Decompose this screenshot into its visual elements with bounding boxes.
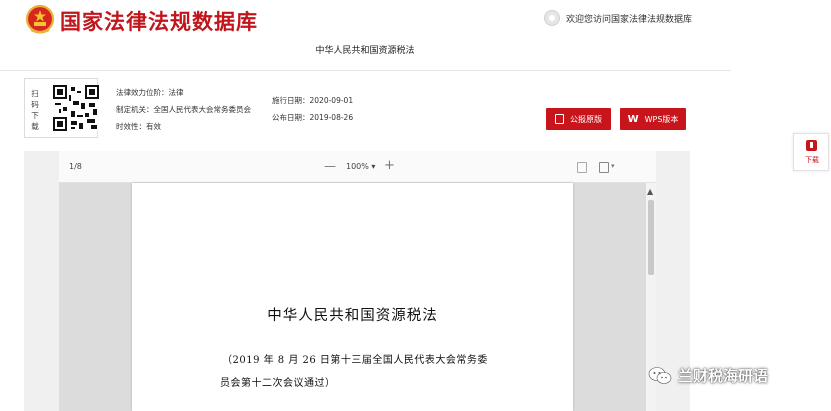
zoom-out-button[interactable]: —: [324, 159, 336, 173]
validity-status: 时效性：有效: [116, 122, 161, 131]
zoom-select[interactable]: 100% ▾: [346, 162, 375, 171]
wps-version-label: WPS版本: [644, 114, 679, 124]
law-info-bar: 扫码下载 法律效力位阶：法律 制定机关：全国人民代表大会常务委员会 时效性：有效…: [24, 78, 690, 140]
pdf-page: 中华人民共和国资源税法 （2019 年 8 月 26 日第十三届全国人民代表大会…: [132, 183, 573, 411]
viewer-canvas: 1/8 — 100% ▾ + ▾ 中华人民共和国资源税法 （2019 年 8 月…: [59, 151, 656, 411]
law-meta-dates: 施行日期：2020-09-01 公布日期：2019-08-26: [272, 92, 353, 126]
welcome-text: 欢迎您访问国家法律法规数据库: [566, 14, 693, 25]
scan-download-label: 扫码下载: [31, 89, 39, 131]
document-note-line1: （2019 年 8 月 26 日第十三届全国人民代表大会常务委: [222, 355, 488, 366]
document-title: 中华人民共和国资源税法: [267, 308, 438, 324]
pdf-viewer: 1/8 — 100% ▾ + ▾ 中华人民共和国资源税法 （2019 年 8 月…: [24, 151, 690, 411]
wechat-watermark: 兰财税海研语: [648, 365, 768, 386]
scan-download-box[interactable]: 扫码下载: [24, 78, 99, 138]
zoom-in-button[interactable]: +: [384, 158, 395, 173]
effective-date: 施行日期：2020-09-01: [272, 96, 354, 105]
official-gazette-pdf-button[interactable]: 公报原版: [546, 108, 611, 130]
site-header: 国家法律法规数据库 欢迎您访问国家法律法规数据库 中华人民共和国资源税法: [0, 0, 831, 70]
watermark-text: 兰财税海研语: [678, 367, 769, 385]
enacting-body: 制定机关：全国人民代表大会常务委员会: [116, 105, 251, 114]
publish-date: 公布日期：2019-08-26: [272, 113, 354, 122]
pdf-icon: [555, 114, 564, 124]
official-gazette-label: 公报原版: [570, 114, 602, 124]
page-counter: 1/8: [69, 162, 82, 171]
document-options-icon[interactable]: [599, 162, 609, 173]
wps-logo-icon: W: [627, 113, 639, 125]
globe-icon: [544, 10, 560, 26]
pdf-toolbar: 1/8 — 100% ▾ + ▾: [59, 151, 656, 183]
site-title[interactable]: 国家法律法规数据库: [60, 6, 258, 36]
chevron-down-icon: ▾: [371, 162, 376, 171]
national-emblem-icon: [25, 4, 55, 34]
floating-download-button[interactable]: 下载: [793, 133, 829, 171]
header-divider: [0, 70, 731, 71]
page-view-icon[interactable]: [577, 162, 587, 173]
law-meta-left: 法律效力位阶：法律 制定机关：全国人民代表大会常务委员会 时效性：有效: [116, 84, 251, 135]
scroll-up-arrow-icon[interactable]: ▲: [647, 187, 653, 196]
viewer-margin-left: [24, 151, 59, 411]
law-title-subheading: 中华人民共和国资源税法: [315, 46, 415, 56]
floating-download-label: 下载: [805, 156, 819, 164]
document-note-line2: 员会第十二次会议通过）: [220, 378, 336, 389]
effect-level: 法律效力位阶：法律: [116, 88, 184, 97]
download-icon: [806, 140, 817, 151]
qr-code-icon: [53, 85, 99, 131]
welcome-message: 欢迎您访问国家法律法规数据库: [544, 10, 692, 26]
zoom-level: 100%: [346, 162, 369, 171]
wps-version-button[interactable]: W WPS版本: [620, 108, 686, 130]
scroll-thumb[interactable]: [648, 200, 654, 275]
wechat-logo-icon: [648, 366, 672, 384]
options-chevron-down-icon[interactable]: ▾: [611, 162, 615, 170]
